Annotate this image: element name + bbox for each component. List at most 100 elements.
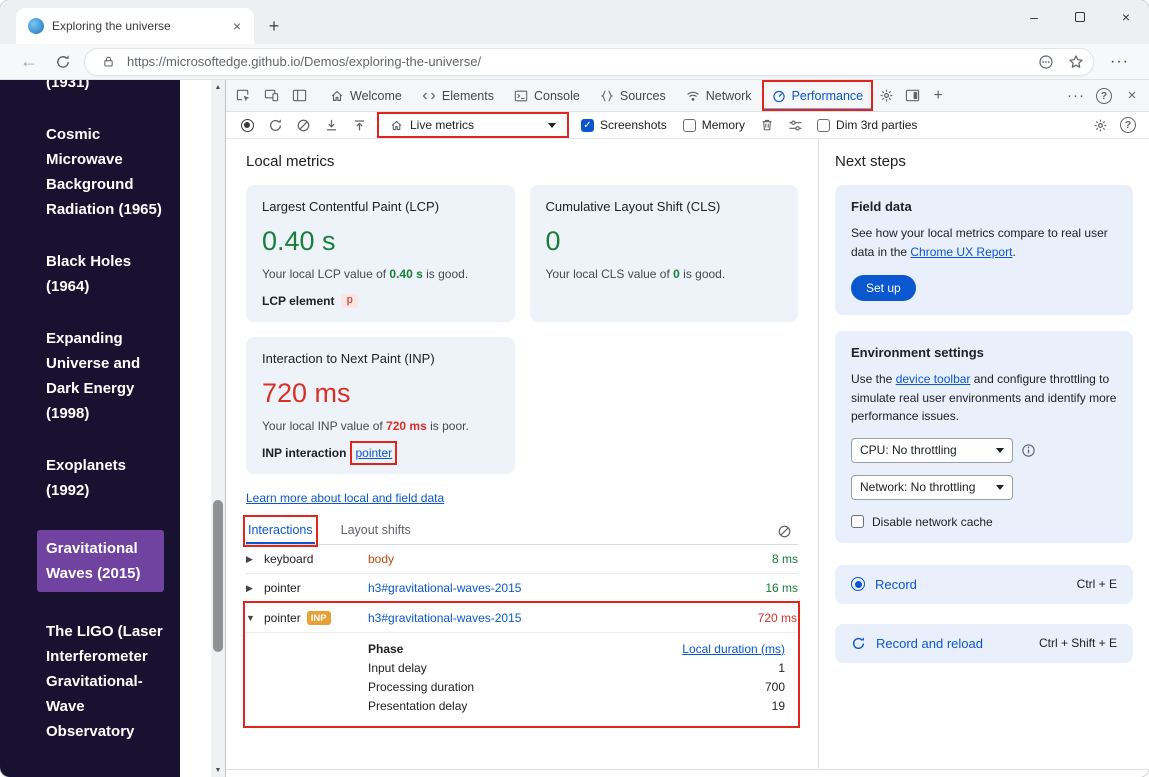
page-scrollbar[interactable]: ▲ ▼ [211,80,225,777]
learn-more-link[interactable]: Learn more about local and field data [246,491,444,505]
capture-settings-button[interactable] [1087,113,1113,137]
nav-item-partial[interactable]: (1931) [46,80,166,95]
page-actions-icon[interactable] [1035,51,1057,73]
tab-welcome[interactable]: Welcome [320,80,412,111]
record-action-card[interactable]: Record Ctrl + E [835,565,1133,604]
tab-sources[interactable]: Sources [590,80,676,111]
tab-network[interactable]: Network [676,80,762,111]
scrollbar-thumb[interactable] [213,500,223,652]
page-sidebar-nav: (1931) Cosmic Microwave Background Radia… [0,80,180,777]
interaction-target-link[interactable]: h3#gravitational-waves-2015 [368,581,765,595]
devtools-close-button[interactable]: × [1119,84,1145,108]
nav-item-cosmic-microwave[interactable]: Cosmic Microwave Background Radiation (1… [46,122,166,222]
inp-card: Interaction to Next Paint (INP) 720 ms Y… [246,337,515,474]
scrollbar-up-icon[interactable]: ▲ [211,80,225,94]
nav-item-ligo[interactable]: The LIGO (Laser Interferometer Gravitati… [46,619,166,744]
clear-button[interactable] [290,113,316,137]
tab-layout-shifts[interactable]: Layout shifts [339,518,413,544]
log-tabs: Interactions Layout shifts [246,518,798,545]
favorite-star-icon[interactable] [1065,51,1087,73]
interaction-type: pointer INP [264,611,368,625]
inspect-element-button[interactable] [230,84,256,108]
device-toolbar-link[interactable]: device toolbar [896,372,971,386]
record-button[interactable] [234,113,260,137]
interaction-target-link[interactable]: h3#gravitational-waves-2015 [368,611,758,625]
devtools-help-button[interactable]: ? [1091,84,1117,108]
set-up-button[interactable]: Set up [851,275,916,301]
nav-item-black-holes[interactable]: Black Holes (1964) [46,249,166,299]
record-reload-button[interactable] [262,113,288,137]
back-button[interactable]: ← [16,49,42,75]
scrollbar-track[interactable] [211,94,225,763]
record-reload-action-card[interactable]: Record and reload Ctrl + Shift + E [835,624,1133,663]
phase-value: 19 [772,699,785,713]
phase-label: Presentation delay [368,699,467,713]
devtools-settings-button[interactable] [873,84,899,108]
panel-help-button[interactable]: ? [1115,113,1141,137]
cls-description: Your local CLS value of 0 is good. [546,267,783,281]
panel-layout-button[interactable] [286,84,312,108]
nav-item-gravitational-waves[interactable]: Gravitational Waves (2015) [37,530,164,592]
browser-tab[interactable]: Exploring the universe × [16,8,254,44]
interaction-row-pointer-inp[interactable]: ▼ pointer INP h3#gravitational-waves-201… [246,604,797,633]
network-throttling-select[interactable]: Network: No throttling [851,475,1013,500]
tabbar-spacer [951,80,1063,111]
next-steps-heading: Next steps [835,153,1133,170]
expand-icon[interactable]: ▶ [246,583,264,594]
screenshots-checkbox-row[interactable]: Screenshots [574,118,674,132]
crux-report-link[interactable]: Chrome UX Report [910,245,1012,259]
tab-performance[interactable]: Performance [762,80,874,111]
tab-label: Network [706,89,752,103]
nav-item-expanding-universe[interactable]: Expanding Universe and Dark Energy (1998… [46,326,166,426]
dim-third-parties-checkbox-row[interactable]: Dim 3rd parties [810,118,924,132]
window-minimize-button[interactable]: – [1011,0,1057,34]
tab-interactions[interactable]: Interactions [246,518,315,544]
clear-log-button[interactable] [771,522,798,541]
scrollbar-down-icon[interactable]: ▼ [211,763,225,777]
tab-console[interactable]: Console [504,80,590,111]
disable-cache-row[interactable]: Disable network cache [851,515,1117,529]
cpu-info-button[interactable] [1021,443,1036,458]
collapse-icon[interactable]: ▼ [246,613,264,623]
tab-favicon [28,18,44,34]
add-panel-button[interactable]: + [925,84,951,108]
chevron-down-icon [548,123,556,128]
inspect-icon [236,88,251,103]
disable-cache-checkbox[interactable] [851,515,864,528]
memory-checkbox[interactable] [683,119,696,132]
interaction-row-keyboard[interactable]: ▶ keyboard body 8 ms [246,545,798,574]
refresh-button[interactable] [50,49,76,75]
expand-icon[interactable]: ▶ [246,554,264,565]
device-toolbar-button[interactable] [258,84,284,108]
new-tab-button[interactable]: + [260,12,288,40]
nav-item-exoplanets[interactable]: Exoplanets (1992) [46,453,166,503]
window-close-button[interactable]: × [1103,0,1149,34]
cpu-throttling-select[interactable]: CPU: No throttling [851,438,1013,463]
window-maximize-button[interactable] [1057,0,1103,34]
interaction-target[interactable]: body [368,552,772,566]
lcp-element-link[interactable]: p [341,294,358,308]
tab-elements[interactable]: Elements [412,80,504,111]
gc-button[interactable] [754,113,780,137]
url-field[interactable]: https://microsoftedge.github.io/Demos/ex… [84,48,1094,76]
url-text[interactable]: https://microsoftedge.github.io/Demos/ex… [127,54,1027,69]
history-view-select[interactable]: Live metrics [380,115,566,135]
main-area: (1931) Cosmic Microwave Background Radia… [0,80,1149,777]
local-duration-link[interactable]: Local duration (ms) [682,642,785,656]
devtools-more-button[interactable]: ··· [1063,84,1089,108]
phase-value: 1 [778,661,785,675]
memory-checkbox-row[interactable]: Memory [676,118,752,132]
lock-icon[interactable] [97,51,119,73]
inp-interaction-link[interactable]: pointer [355,446,392,460]
dim-third-parties-checkbox[interactable] [817,119,830,132]
screenshots-checkbox[interactable] [581,119,594,132]
lcp-element-label: LCP element [262,294,334,308]
browser-menu-button[interactable]: ··· [1102,53,1137,71]
interaction-row-pointer[interactable]: ▶ pointer h3#gravitational-waves-2015 16… [246,574,798,603]
tab-close-icon[interactable]: × [228,17,246,35]
load-profile-button[interactable] [318,113,344,137]
save-profile-button[interactable] [346,113,372,137]
environment-settings-title: Environment settings [851,345,1117,360]
dock-side-button[interactable] [899,84,925,108]
throttling-button[interactable] [782,113,808,137]
